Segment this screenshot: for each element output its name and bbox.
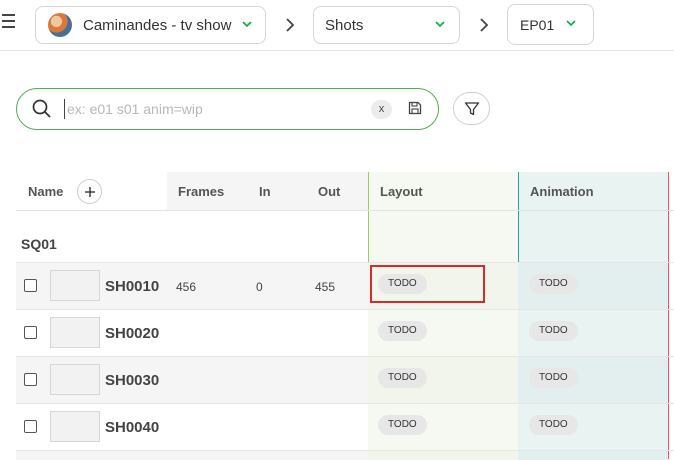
episode-selector[interactable]: EP01	[507, 4, 594, 45]
chevron-down-icon	[566, 19, 576, 29]
table-row[interactable]: SH0020 TODO TODO	[16, 309, 674, 356]
clear-search-button[interactable]: x	[371, 100, 392, 119]
chevron-down-icon	[242, 20, 252, 30]
chevron-right-icon	[286, 18, 295, 32]
table-row[interactable]	[16, 450, 674, 460]
add-shot-button[interactable]	[77, 179, 102, 204]
shot-thumbnail[interactable]	[50, 411, 100, 442]
table-header: Name Frames In Out Layout Animation	[16, 172, 674, 211]
save-floppy-icon[interactable]	[408, 101, 422, 115]
view-label: Shots	[325, 16, 364, 34]
top-bar: Caminandes - tv show Shots EP01	[0, 0, 674, 51]
filter-funnel-icon	[464, 102, 480, 116]
layout-status-badge[interactable]: TODO	[378, 274, 427, 294]
animation-status-badge[interactable]: TODO	[529, 368, 578, 388]
search-input[interactable]	[64, 99, 354, 119]
layout-status-badge[interactable]: TODO	[378, 368, 427, 388]
column-header-animation[interactable]: Animation	[530, 172, 594, 211]
row-checkbox[interactable]	[24, 279, 37, 292]
column-header-name[interactable]: Name	[28, 172, 63, 211]
shot-name[interactable]: SH0010	[105, 278, 159, 295]
layout-status-badge[interactable]: TODO	[378, 321, 427, 341]
column-header-layout[interactable]: Layout	[380, 172, 423, 211]
search-icon	[32, 99, 51, 118]
shot-name[interactable]: SH0020	[105, 325, 159, 342]
table-row[interactable]: SH0010 456 0 455 TODO TODO	[16, 262, 674, 309]
production-avatar	[48, 13, 72, 37]
column-header-in[interactable]: In	[259, 172, 271, 211]
view-selector[interactable]: Shots	[313, 6, 460, 44]
hamburger-menu-icon[interactable]	[2, 14, 16, 30]
column-header-out[interactable]: Out	[318, 172, 340, 211]
search-box: x	[16, 88, 439, 130]
production-selector[interactable]: Caminandes - tv show	[35, 6, 266, 44]
shot-thumbnail[interactable]	[50, 364, 100, 395]
out-cell[interactable]: 455	[315, 280, 335, 294]
row-checkbox[interactable]	[24, 326, 37, 339]
row-checkbox[interactable]	[24, 420, 37, 433]
chevron-right-icon	[480, 18, 489, 32]
plus-icon	[85, 187, 95, 197]
column-header-frames[interactable]: Frames	[178, 172, 224, 211]
shot-thumbnail[interactable]	[50, 317, 100, 348]
chevron-down-icon	[435, 20, 445, 30]
in-cell[interactable]: 0	[256, 280, 263, 294]
row-checkbox[interactable]	[24, 373, 37, 386]
shot-name[interactable]: SH0040	[105, 419, 159, 436]
episode-label: EP01	[520, 16, 555, 33]
shot-name[interactable]: SH0030	[105, 372, 159, 389]
table-row[interactable]: SH0030 TODO TODO	[16, 356, 674, 403]
animation-status-badge[interactable]: TODO	[529, 321, 578, 341]
animation-status-badge[interactable]: TODO	[529, 415, 578, 435]
filter-button[interactable]	[453, 92, 490, 125]
frames-cell[interactable]: 456	[176, 280, 196, 294]
table-row[interactable]: SH0040 TODO TODO	[16, 403, 674, 450]
sequence-label: SQ01	[21, 236, 57, 252]
production-label: Caminandes - tv show	[83, 16, 232, 34]
shot-thumbnail[interactable]	[50, 270, 100, 301]
layout-status-badge[interactable]: TODO	[378, 415, 427, 435]
animation-status-badge[interactable]: TODO	[529, 274, 578, 294]
